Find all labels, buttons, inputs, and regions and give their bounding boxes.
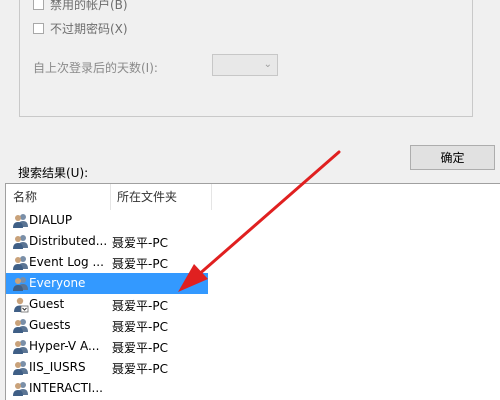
annotation-arrow [178,150,341,292]
select-users-dialog: 禁用的帐户(B) 不过期密码(X) 自上次登录后的天数(I): ⌄ 确定 搜索结… [0,0,500,400]
